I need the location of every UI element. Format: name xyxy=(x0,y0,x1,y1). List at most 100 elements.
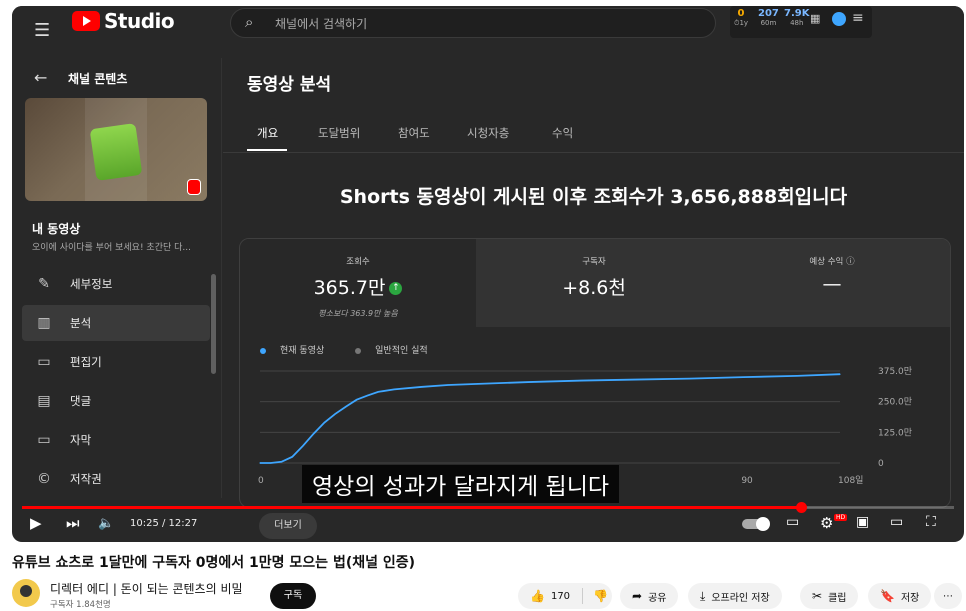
tab-audience[interactable]: 시청자층 xyxy=(467,125,509,141)
tab-engagement[interactable]: 참여도 xyxy=(398,125,430,141)
tab-reach[interactable]: 도달범위 xyxy=(318,125,360,141)
sidebar-item-details[interactable]: ✎ 세부정보 xyxy=(22,266,210,302)
data-point xyxy=(527,381,530,383)
save-label: 저장 xyxy=(900,592,920,604)
sidebar-scrollbar[interactable] xyxy=(211,274,216,374)
video-player[interactable]: ☰ Studio ⌕ 채널에서 검색하기 0 ⏱1y 207 60m 7.9K … xyxy=(12,6,964,542)
menu-icon[interactable]: ☰ xyxy=(34,20,50,41)
info-icon[interactable]: ⓘ xyxy=(846,257,855,267)
data-point xyxy=(796,375,798,377)
play-icon[interactable]: ▶ xyxy=(30,514,42,532)
back-arrow-icon[interactable]: ← xyxy=(34,68,47,87)
x-tick-label: 90 xyxy=(741,476,753,486)
volume-icon[interactable]: 🔈 xyxy=(98,516,114,531)
divider xyxy=(582,588,584,604)
data-point xyxy=(291,456,293,458)
like-dislike-group: 👍 170 👎 xyxy=(518,583,612,609)
data-point xyxy=(581,379,583,382)
autoplay-toggle[interactable] xyxy=(742,517,770,531)
data-point xyxy=(474,383,476,385)
sidebar-item-label: 댓글 xyxy=(70,394,92,408)
stat-label: 60m xyxy=(760,19,777,27)
progress-bar[interactable] xyxy=(22,502,954,513)
like-count[interactable]: 170 xyxy=(551,591,570,602)
search-input[interactable]: ⌕ 채널에서 검색하기 xyxy=(230,8,716,38)
dislike-icon[interactable]: 👎 xyxy=(593,589,608,603)
more-button[interactable]: 더보기 xyxy=(259,513,317,539)
like-icon[interactable]: 👍 xyxy=(530,589,545,603)
subtitles-icon[interactable]: ▭ xyxy=(786,514,799,530)
stat-views-60m: 207 60m xyxy=(758,8,779,27)
y-tick-label: 125.0만 xyxy=(878,427,912,438)
data-point xyxy=(323,421,326,424)
sidebar-item-copyright[interactable]: © 저작권 xyxy=(22,461,210,497)
series-line-current xyxy=(260,373,841,464)
views-headline: Shorts 동영상이 게시된 이후 조회수가 3,656,888회입니다 xyxy=(339,186,848,208)
data-point xyxy=(393,388,395,390)
data-point xyxy=(334,413,336,415)
sidebar-item-label: 세부정보 xyxy=(70,277,113,291)
sidebar-item-label: 저작권 xyxy=(70,472,102,486)
logo-text: Studio xyxy=(104,9,175,33)
subscribe-button[interactable]: 구독 xyxy=(270,583,316,609)
subscriber-count: 구독자 1.84천명 xyxy=(50,600,111,610)
miniplayer-icon[interactable]: ▣ xyxy=(856,514,869,530)
metric-subscribers[interactable]: 구독자 +8.6천 xyxy=(476,239,712,327)
data-point xyxy=(420,386,422,388)
theater-icon[interactable]: ▭ xyxy=(890,514,903,530)
metric-label: 예상 수익 xyxy=(809,257,844,267)
metric-value: 365.7만 xyxy=(313,277,386,299)
more-actions-button[interactable]: ⋯ xyxy=(934,583,962,609)
video-thumbnail[interactable] xyxy=(25,98,207,201)
editor-icon: ▭ xyxy=(37,354,51,370)
sidebar-item-comments[interactable]: ▤ 댓글 xyxy=(22,383,210,419)
legend-dot-icon xyxy=(260,347,266,354)
metric-revenue[interactable]: 예상 수익 ⓘ — xyxy=(712,239,950,327)
studio-logo[interactable]: Studio xyxy=(72,9,175,33)
sidebar-title: 채널 콘텐츠 xyxy=(68,72,128,86)
download-button[interactable]: ⤓ 오프라인 저장 xyxy=(688,583,782,609)
sidebar-item-subtitles[interactable]: ▭ 자막 xyxy=(22,422,210,458)
x-tick-label: 108일 xyxy=(838,475,863,486)
more-icon: ⋯ xyxy=(943,590,953,602)
pencil-icon: ✎ xyxy=(38,276,50,292)
metric-value-row: 365.7만 ↑ xyxy=(240,273,476,300)
subtitle-caption: 영상의 성과가 달라지게 됩니다 xyxy=(302,465,620,503)
video-description: 오이에 사이다를 부어 보세요! 초간단 다... xyxy=(32,243,191,253)
y-tick-label: 375.0만 xyxy=(878,366,912,377)
fullscreen-icon[interactable]: ⛶ xyxy=(926,514,936,530)
metric-value: +8.6천 xyxy=(562,277,626,299)
page-title: 동영상 분석 xyxy=(247,75,332,95)
save-button[interactable]: 🔖 저장 xyxy=(868,583,932,609)
stat-views-1y: 0 ⏱1y xyxy=(734,8,748,28)
arrow-up-icon: ↑ xyxy=(389,282,403,295)
extension-icon[interactable] xyxy=(832,12,846,26)
channel-avatar[interactable] xyxy=(12,579,40,607)
list-icon[interactable]: ≡ xyxy=(852,10,864,26)
share-label: 공유 xyxy=(648,592,667,604)
data-point xyxy=(447,384,449,386)
settings-icon[interactable]: ⚙ xyxy=(820,514,833,532)
chart-icon[interactable]: ▦ xyxy=(810,12,820,25)
sidebar-item-label: 편집기 xyxy=(70,355,102,369)
subtitles-icon: ▭ xyxy=(37,432,51,448)
clip-button[interactable]: ✂ 클립 xyxy=(800,583,859,609)
metric-views[interactable]: 조회수 365.7만 ↑ 평소보다 363.9만 높음 xyxy=(240,239,476,327)
next-icon[interactable]: ⏭ xyxy=(66,514,80,532)
tab-overview[interactable]: 개요 xyxy=(257,125,278,141)
data-point xyxy=(839,373,841,375)
youtube-logo-icon xyxy=(72,11,100,31)
analytics-main: 동영상 분석 개요 도달범위 참여도 시청자층 수익 Shorts 동영상이 게… xyxy=(223,58,964,539)
progress-knob[interactable] xyxy=(796,502,808,513)
download-icon: ⤓ xyxy=(700,588,706,603)
stat-views-48h: 7.9K 48h xyxy=(784,8,809,27)
realtime-stats: 0 ⏱1y 207 60m 7.9K 48h ▦ ≡ xyxy=(730,6,872,38)
metric-value: — xyxy=(822,273,842,295)
share-button[interactable]: ➦ 공유 xyxy=(620,583,679,609)
data-point xyxy=(366,394,369,397)
tab-revenue[interactable]: 수익 xyxy=(552,125,573,141)
comments-icon: ▤ xyxy=(37,393,51,409)
channel-name[interactable]: 디렉터 에디 | 돈이 되는 콘텐츠의 비밀 xyxy=(50,580,243,597)
sidebar-item-editor[interactable]: ▭ 편집기 xyxy=(22,344,210,380)
sidebar-item-analytics[interactable]: ▥ 분석 xyxy=(22,305,210,341)
